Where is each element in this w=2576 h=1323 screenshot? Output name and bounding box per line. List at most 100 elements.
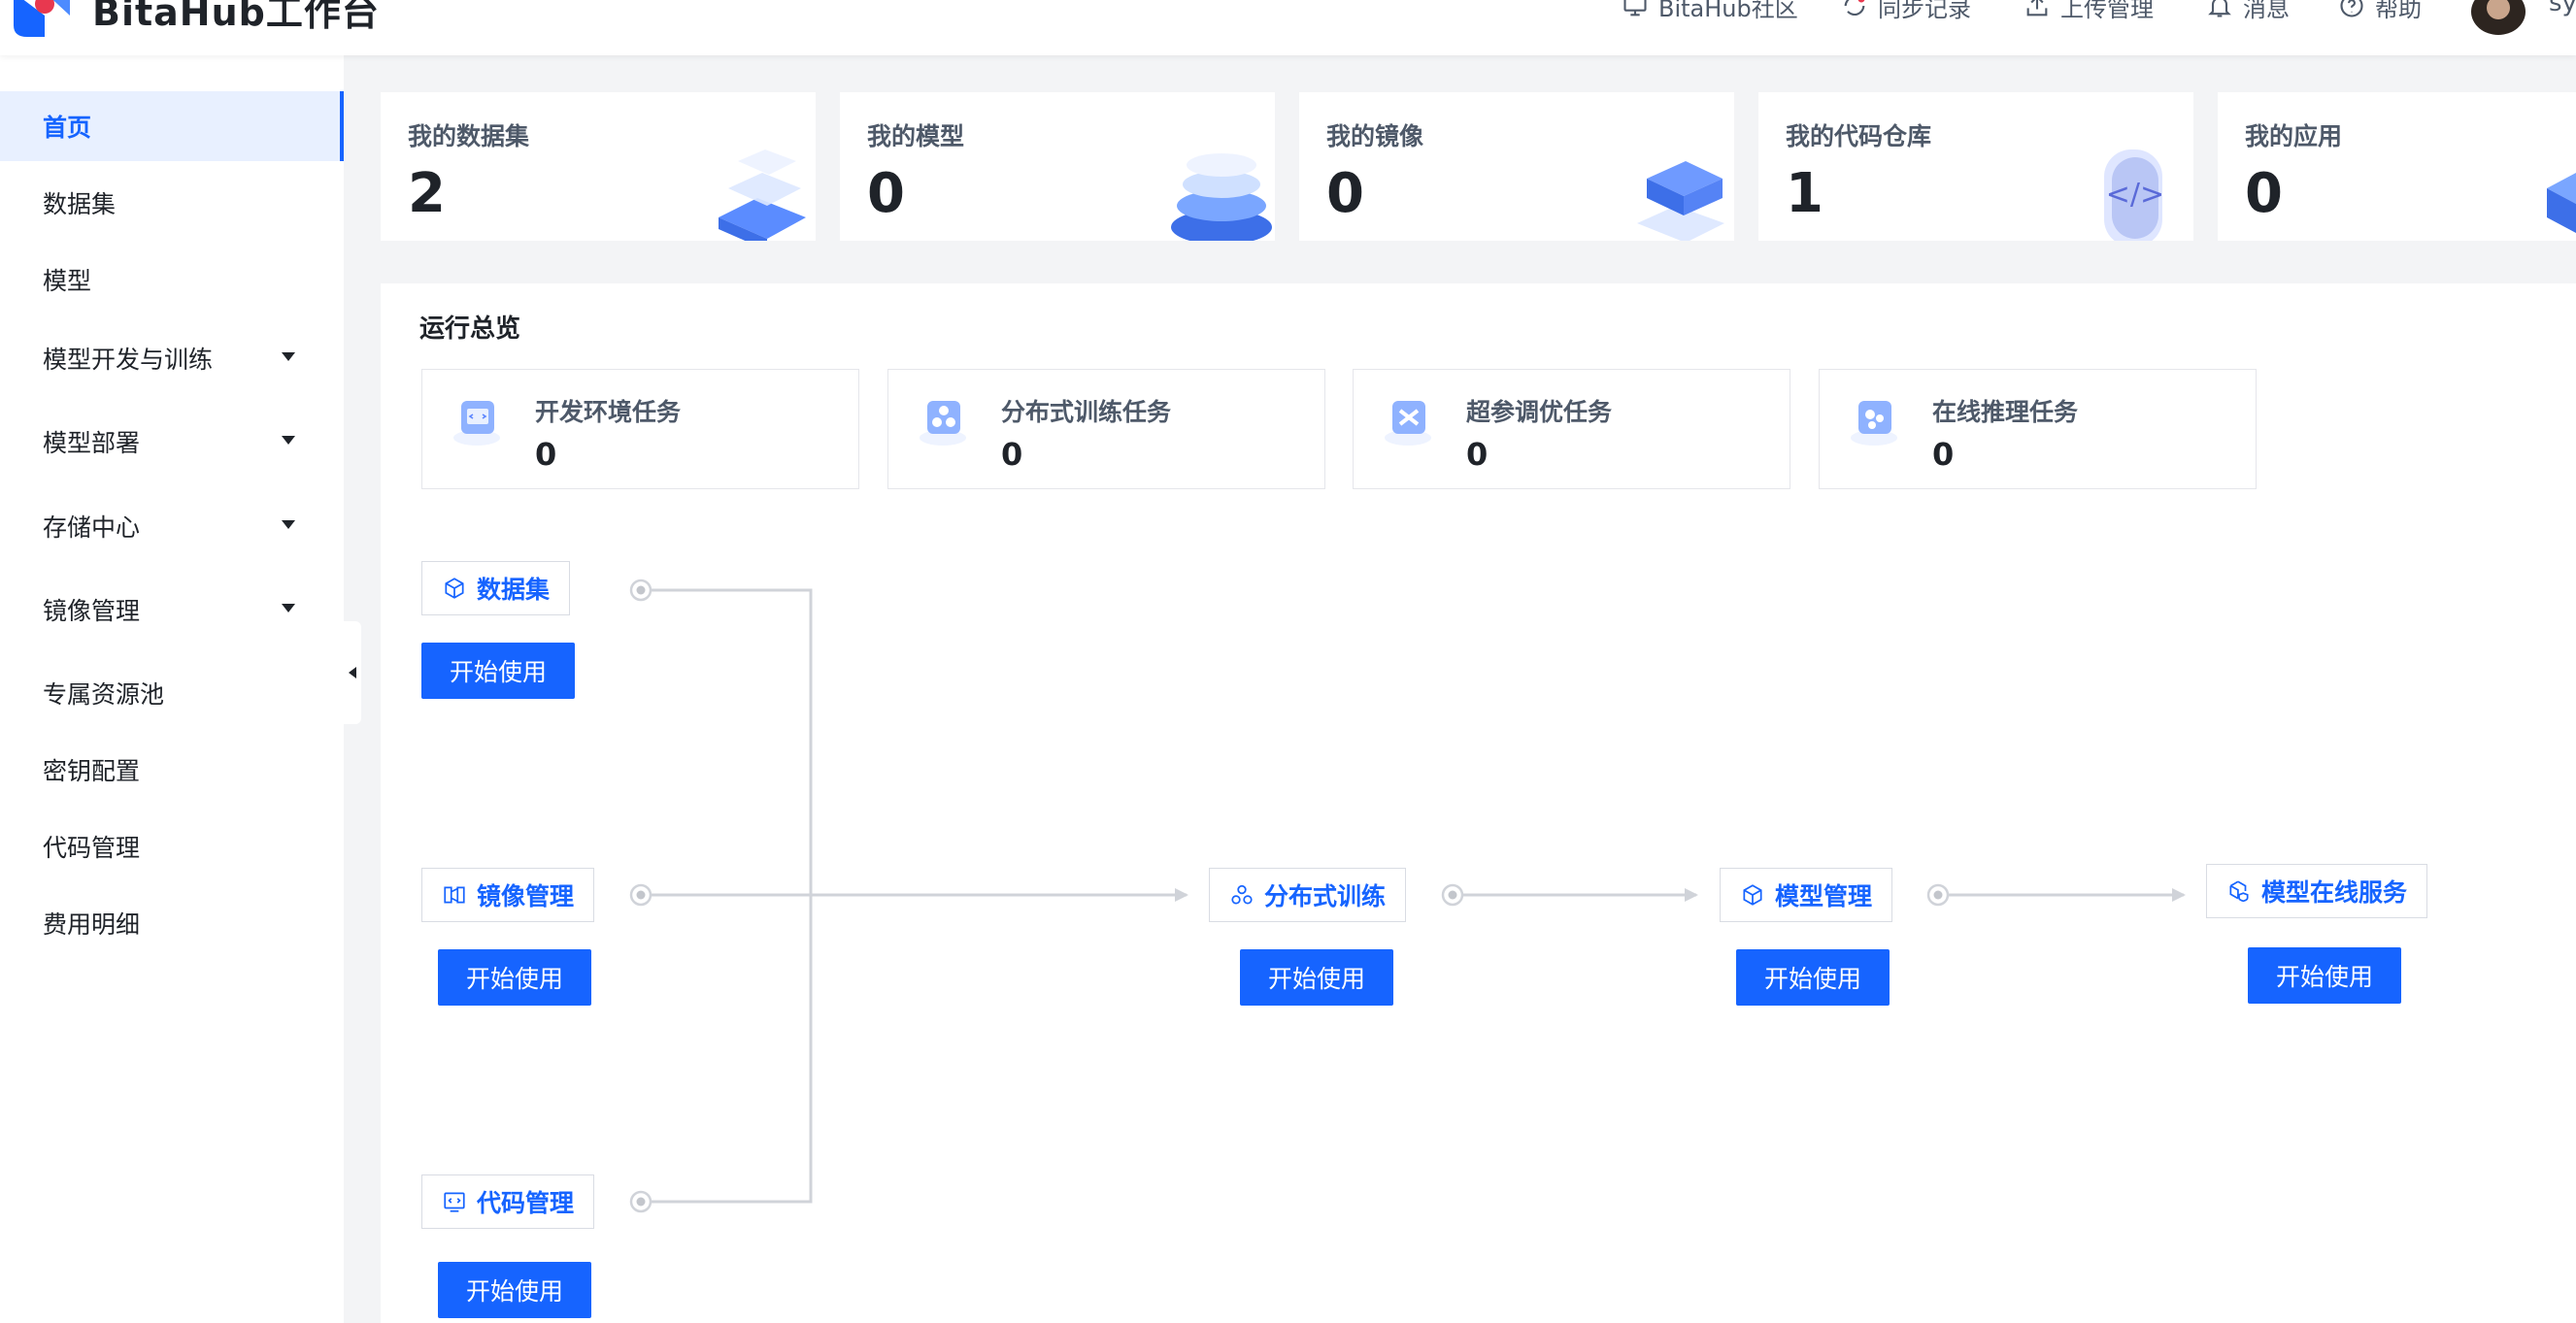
sidebar-item-model-deploy[interactable]: 模型部署 [0, 407, 344, 477]
sidebar-item-label: 模型 [43, 267, 92, 295]
flow-node-label: 数据集 [477, 576, 551, 604]
flow-node-model-service[interactable]: 模型在线服务 [2206, 864, 2428, 918]
code-repo-illustration-icon: </> [2104, 149, 2164, 241]
image-illustration-icon [1637, 161, 1724, 241]
stat-card-images[interactable]: 我的镜像 0 [1299, 92, 1734, 241]
stat-label: 我的应用 [2245, 122, 2343, 150]
stat-label: 我的模型 [867, 122, 965, 150]
brand-title: BitaHub工作台 [92, 0, 380, 34]
sidebar-item-billing[interactable]: 费用明细 [0, 888, 344, 958]
flow-node-image-manage[interactable]: 镜像管理 [421, 868, 595, 922]
flow-node-code-manage[interactable]: 代码管理 [421, 1174, 595, 1229]
training-start-button[interactable]: 开始使用 [1240, 949, 1393, 1006]
upload-icon [2026, 0, 2048, 17]
nav-community-label: BitaHub社区 [1658, 0, 1798, 22]
sidebar: 首页 数据集 模型 模型开发与训练 模型部署 存储中心 镜像管理 专属资源池 密… [0, 55, 344, 1323]
nav-help-label: 帮助 [2375, 0, 2422, 22]
nav-upload-manage[interactable]: 上传管理 [2024, 0, 2154, 23]
flow-node-label: 镜像管理 [477, 882, 575, 910]
flow-node-model-manage[interactable]: 模型管理 [1720, 868, 1893, 922]
nav-sync-records[interactable]: 同步记录 [1841, 0, 1971, 23]
user-avatar[interactable] [2471, 0, 2526, 35]
nav-messages-label: 消息 [2243, 0, 2290, 22]
dataset-start-button[interactable]: 开始使用 [421, 643, 575, 699]
help-icon [2340, 0, 2363, 17]
sidebar-item-storage[interactable]: 存储中心 [0, 491, 344, 561]
task-value: 0 [1001, 436, 1023, 473]
stat-card-code-repos[interactable]: 我的代码仓库 1 </> [1758, 92, 2193, 241]
cluster-icon [1231, 884, 1253, 905]
task-card-online-inference[interactable]: 在线推理任务 0 [1819, 369, 2257, 489]
stat-label: 我的数据集 [408, 122, 530, 150]
model-start-button[interactable]: 开始使用 [1736, 949, 1890, 1006]
nav-upload-label: 上传管理 [2060, 0, 2154, 22]
sidebar-item-label: 存储中心 [43, 513, 141, 542]
stat-card-datasets[interactable]: 我的数据集 2 [381, 92, 816, 241]
nav-messages[interactable]: 消息 [2206, 0, 2290, 23]
sidebar-item-home[interactable]: 首页 [0, 91, 344, 161]
cube-icon [1743, 884, 1762, 906]
sidebar-item-label: 模型开发与训练 [43, 346, 214, 374]
sidebar-item-label: 代码管理 [43, 834, 141, 862]
book-open-icon [444, 886, 465, 904]
flow-node-distributed-training[interactable]: 分布式训练 [1209, 868, 1407, 922]
sidebar-item-label: 专属资源池 [43, 680, 165, 709]
sidebar-item-datasets[interactable]: 数据集 [0, 168, 344, 238]
code-start-button[interactable]: 开始使用 [438, 1262, 591, 1318]
sidebar-collapse-toggle[interactable] [344, 621, 361, 724]
nav-community[interactable]: BitaHub社区 [1622, 0, 1798, 23]
sidebar-item-label: 首页 [43, 114, 92, 142]
task-label: 超参调优任务 [1466, 398, 1613, 426]
sidebar-item-label: 密钥配置 [43, 757, 141, 785]
caret-down-icon [282, 520, 295, 529]
flow-node-label: 代码管理 [477, 1189, 575, 1217]
sidebar-item-resource-pool[interactable]: 专属资源池 [0, 658, 344, 728]
online-inference-icon [1851, 401, 1897, 446]
sync-icon [1844, 0, 1865, 17]
task-value: 0 [535, 436, 557, 473]
stat-label: 我的镜像 [1326, 122, 1424, 150]
bitahub-logo[interactable] [6, 0, 78, 39]
sidebar-item-models[interactable]: 模型 [0, 245, 344, 314]
task-label: 开发环境任务 [535, 398, 682, 426]
user-name[interactable]: sy [2549, 0, 2576, 17]
sidebar-item-label: 镜像管理 [43, 597, 141, 625]
sidebar-item-model-dev-training[interactable]: 模型开发与训练 [0, 323, 344, 393]
flow-node-label: 模型管理 [1775, 882, 1873, 910]
dev-env-icon [453, 401, 500, 446]
sidebar-item-image-manage[interactable]: 镜像管理 [0, 575, 344, 645]
code-window-icon [444, 1192, 465, 1212]
task-value: 0 [1466, 436, 1489, 473]
app-illustration-icon [2547, 173, 2576, 233]
caret-down-icon [282, 436, 295, 445]
stat-value: 0 [867, 162, 905, 225]
sidebar-item-label: 模型部署 [43, 429, 141, 457]
bell-icon [2208, 0, 2231, 17]
stat-card-models[interactable]: 我的模型 0 [840, 92, 1275, 241]
stat-value: 0 [2245, 162, 2283, 225]
sidebar-item-key-config[interactable]: 密钥配置 [0, 735, 344, 805]
flow-node-label: 分布式训练 [1264, 882, 1387, 910]
service-start-button[interactable]: 开始使用 [2248, 947, 2401, 1004]
monitor-icon [1623, 0, 1647, 17]
model-illustration-icon [1171, 153, 1272, 241]
task-card-hyperparam-tuning[interactable]: 超参调优任务 0 [1353, 369, 1790, 489]
overview-panel: 运行总览 开发环境任务 0 分布式训练任务 0 超参调优任务 0 在线推理任务 … [381, 283, 2576, 1323]
cube-icon [445, 578, 464, 599]
stat-value: 0 [1326, 162, 1364, 225]
image-start-button[interactable]: 开始使用 [438, 949, 591, 1006]
sidebar-item-code-manage[interactable]: 代码管理 [0, 811, 344, 881]
stat-value: 2 [408, 162, 446, 225]
sidebar-item-label: 费用明细 [43, 910, 141, 939]
sidebar-item-label: 数据集 [43, 190, 117, 218]
cube-shield-icon [2229, 880, 2249, 903]
flow-node-dataset[interactable]: 数据集 [421, 561, 571, 615]
caret-down-icon [282, 352, 295, 361]
task-card-dev-env[interactable]: 开发环境任务 0 [421, 369, 859, 489]
distributed-training-icon [920, 401, 966, 446]
nav-help[interactable]: 帮助 [2338, 0, 2422, 23]
hyperparam-tuning-icon [1385, 401, 1431, 446]
stat-card-apps[interactable]: 我的应用 0 [2218, 92, 2576, 241]
task-card-distributed-training[interactable]: 分布式训练任务 0 [887, 369, 1325, 489]
top-header: BitaHub工作台 BitaHub社区 同步记录 上传管理 消息 帮助 sy [0, 0, 2576, 55]
